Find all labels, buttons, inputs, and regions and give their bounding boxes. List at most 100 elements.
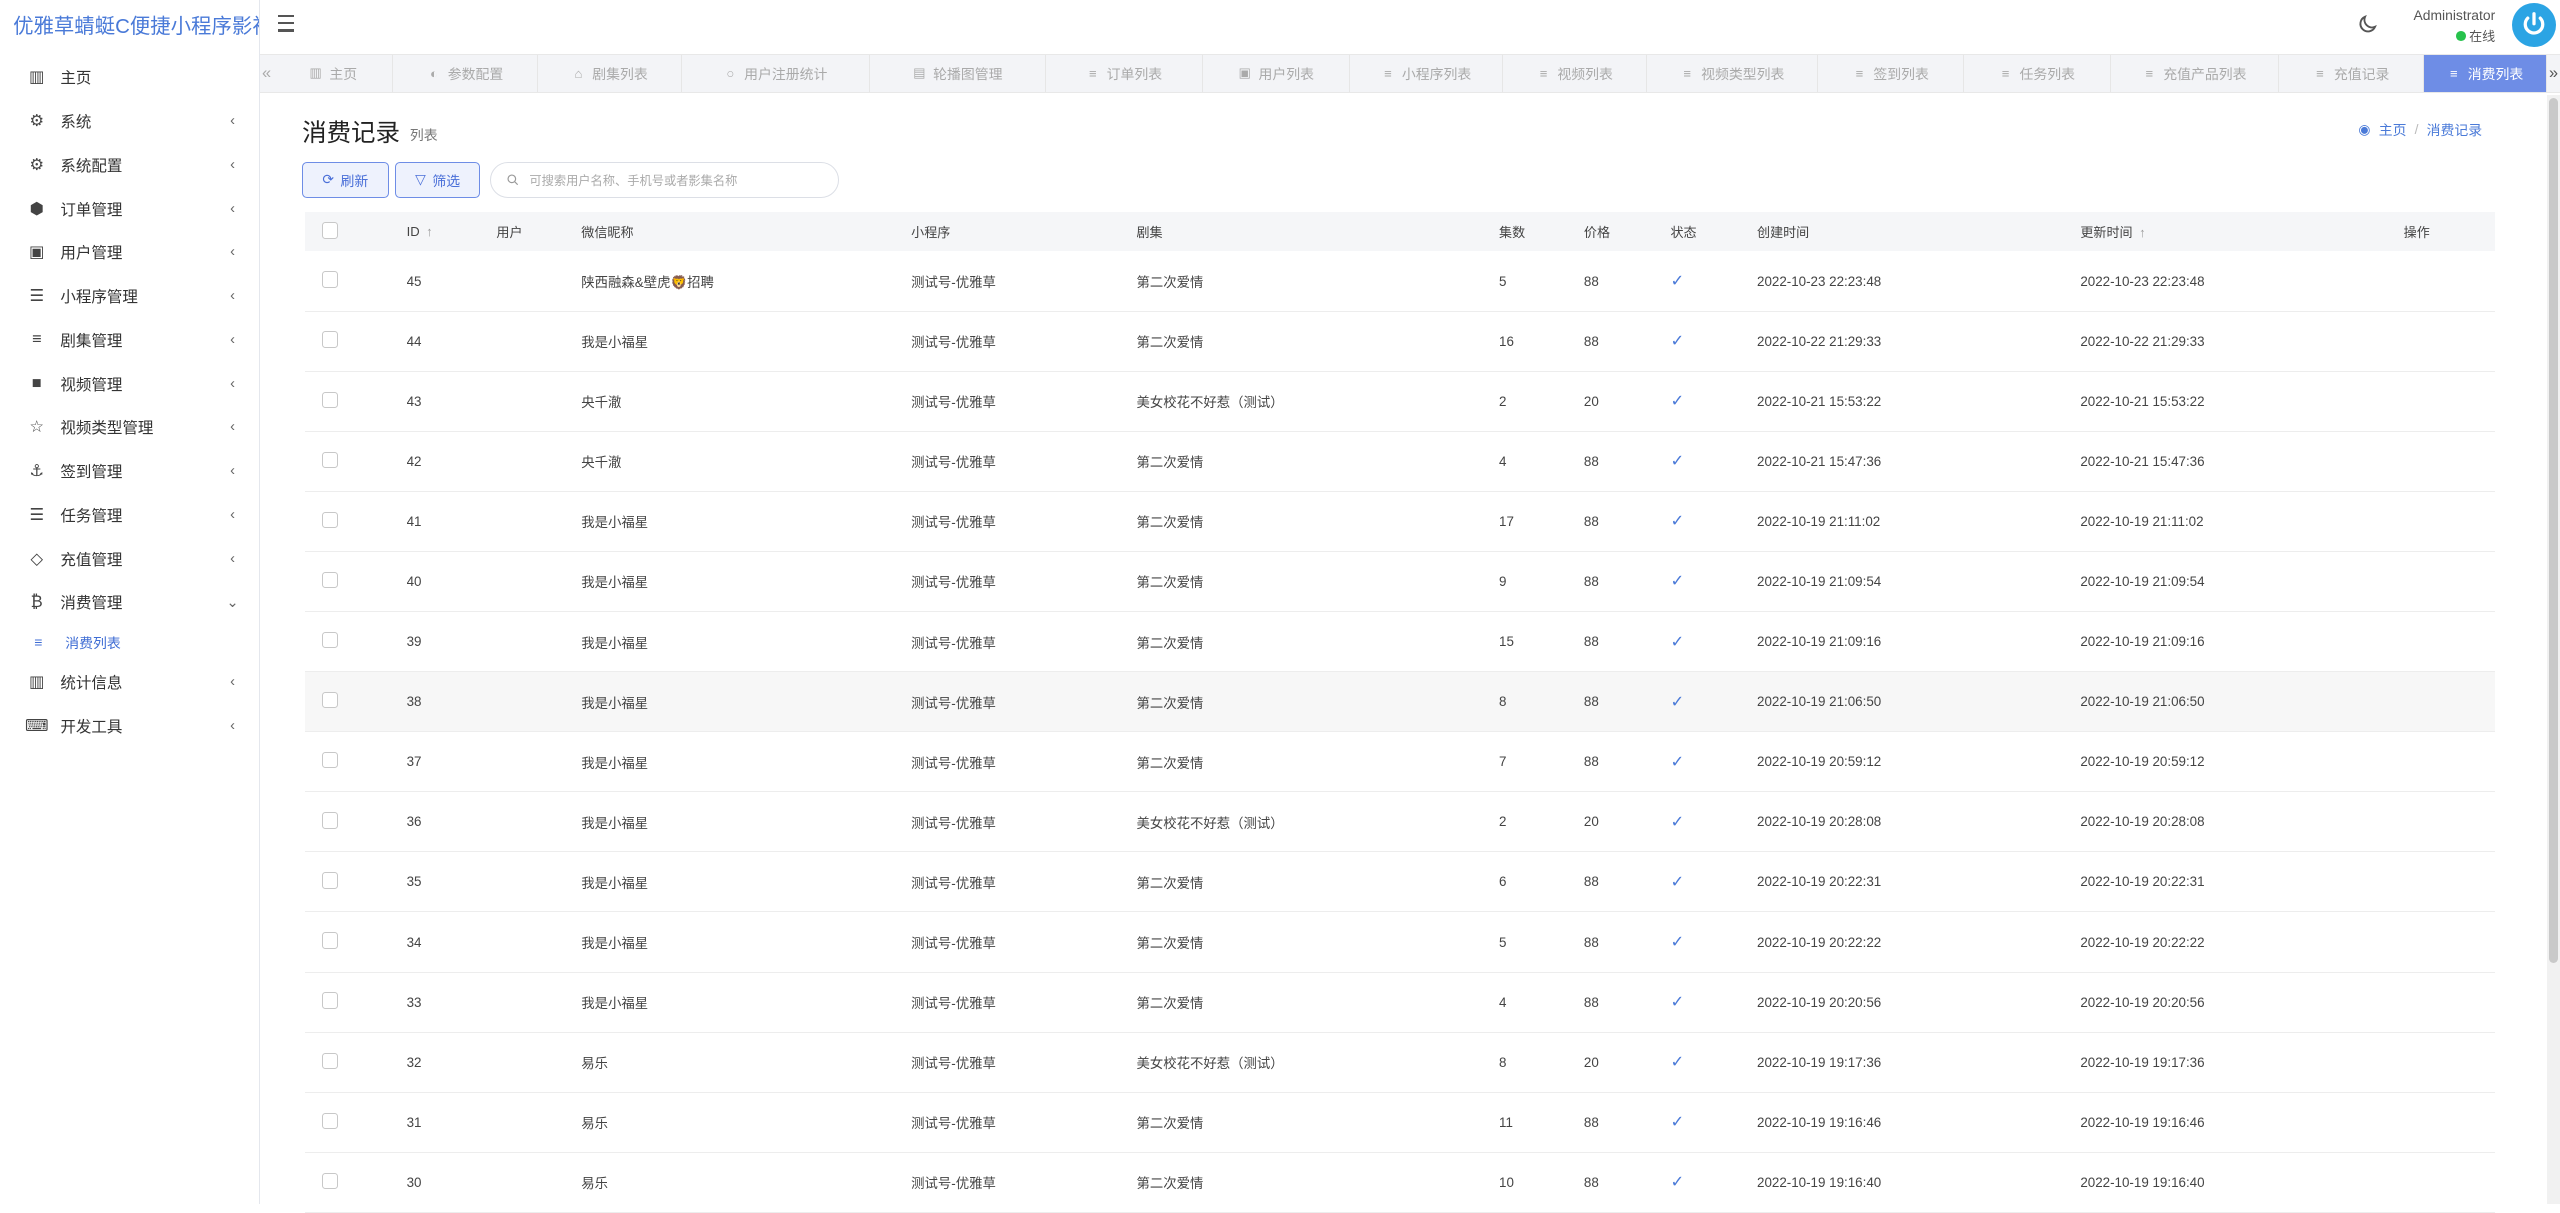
dark-mode-icon[interactable]: [2356, 13, 2379, 36]
table-row[interactable]: 38 我是小福星 测试号-优雅草 第二次爱情 8 88 ✓ 2022-10-19 21:06:…: [305, 672, 2496, 733]
row-checkbox-cell: [305, 932, 406, 951]
user-name[interactable]: Administrator: [2413, 7, 2495, 23]
tab-item[interactable]: ⌂ 剧集列表: [538, 54, 682, 93]
check-icon: ✓: [1670, 1173, 1685, 1192]
check-icon: ✓: [1670, 332, 1685, 351]
row-checkbox[interactable]: [321, 872, 338, 889]
select-all-checkbox[interactable]: [321, 222, 338, 239]
row-checkbox-cell: [305, 631, 406, 651]
table-row[interactable]: 41 我是小福星 测试号-优雅草 第二次爱情 17 88 ✓ 2022-10-19 21:11…: [305, 492, 2496, 552]
sidebar-item[interactable]: ▥ 主页: [0, 56, 259, 100]
row-checkbox[interactable]: [321, 631, 338, 649]
table-row[interactable]: 31 易乐 测试号-优雅草 第二次爱情 11 88 ✓ 2022-10-19 19:16:46…: [305, 1093, 2496, 1153]
table-row[interactable]: 33 我是小福星 测试号-优雅草 第二次爱情 4 88 ✓ 2022-10-19 20:20:…: [305, 973, 2496, 1033]
table-row[interactable]: 34 我是小福星 测试号-优雅草 第二次爱情 5 88 ✓ 2022-10-19 20:22:…: [305, 912, 2496, 973]
cell-updated-at: 2022-10-21 15:53:22: [2080, 393, 2205, 409]
col-id[interactable]: ID ↑: [407, 224, 497, 239]
row-checkbox[interactable]: [321, 331, 338, 348]
table-row[interactable]: 39 我是小福星 测试号-优雅草 第二次爱情 15 88 ✓ 2022-10-19 21:09…: [305, 612, 2496, 673]
tab-item[interactable]: ≡ 视频类型列表: [1647, 54, 1819, 93]
table-row[interactable]: 35 我是小福星 测试号-优雅草 第二次爱情 6 88 ✓ 2022-10-19 20:22:…: [305, 852, 2496, 913]
row-checkbox[interactable]: [321, 1112, 338, 1129]
tab-item[interactable]: ▣ 用户列表: [1203, 54, 1350, 93]
table-row[interactable]: 36 我是小福星 测试号-优雅草 美女校花不好惹（测试） 2 20 ✓ 2022-10-19 …: [305, 792, 2496, 853]
sidebar-item[interactable]: ◇ 充值管理 ‹: [0, 537, 259, 581]
row-checkbox[interactable]: [321, 571, 338, 589]
sidebar-subitem-consumption-list[interactable]: ≡ 消费列表: [0, 624, 259, 660]
table-row[interactable]: 42 央千澈 测试号-优雅草 第二次爱情 4 88 ✓ 2022-10-21 15:47:36…: [305, 432, 2496, 492]
col-updated-at[interactable]: 更新时间 ↑: [2080, 222, 2403, 241]
cell-episodes: 16: [1499, 333, 1514, 349]
table-row[interactable]: 44 我是小福星 测试号-优雅草 第二次爱情 16 88 ✓ 2022-10-22 21:29…: [305, 312, 2496, 372]
row-checkbox[interactable]: [321, 511, 338, 529]
cell-id: 43: [406, 393, 422, 409]
tab-item[interactable]: ▥ 主页: [274, 54, 393, 93]
sidebar-item[interactable]: ⌨ 开发工具 ‹: [0, 704, 259, 748]
sidebar-item[interactable]: ⬢ 订单管理 ‹: [0, 187, 259, 231]
sidebar-item-label: 任务管理: [60, 507, 123, 525]
tab-item[interactable]: ≡ 签到列表: [1818, 54, 1964, 93]
tabs-scroll-right-icon[interactable]: »: [2547, 55, 2560, 92]
row-checkbox[interactable]: [321, 1172, 338, 1190]
cell-id: 39: [406, 634, 422, 650]
menu-toggle-icon[interactable]: [276, 10, 302, 36]
row-checkbox[interactable]: [321, 271, 338, 288]
tab-item[interactable]: ≡ 视频列表: [1503, 54, 1647, 93]
sidebar-item-label: 统计信息: [60, 675, 123, 693]
tab-item[interactable]: ○ 用户注册统计: [682, 54, 870, 93]
sidebar-item[interactable]: ▣ 用户管理 ‹: [0, 231, 259, 275]
tab-item[interactable]: ≡ 小程序列表: [1350, 54, 1504, 93]
sidebar-item[interactable]: ■ 视频管理 ‹: [0, 362, 259, 406]
sidebar-item[interactable]: ☰ 任务管理 ‹: [0, 493, 259, 537]
cell-updated-at: 2022-10-19 19:16:46: [2080, 1114, 2205, 1130]
breadcrumb-home[interactable]: 主页: [2379, 119, 2407, 139]
row-checkbox[interactable]: [321, 691, 338, 709]
cell-episodes: 9: [1499, 573, 1507, 589]
tab-item[interactable]: ◐ 参数配置: [393, 54, 539, 93]
breadcrumb-current[interactable]: 消费记录: [2427, 119, 2483, 139]
app-brand[interactable]: 优雅草蜻蜓C便捷小程序影视: [0, 0, 259, 56]
table-row[interactable]: 32 易乐 测试号-优雅草 美女校花不好惹（测试） 8 20 ✓ 2022-10-19 19:…: [305, 1033, 2496, 1093]
sort-arrow-icon[interactable]: ↑: [2139, 225, 2146, 240]
sidebar-item[interactable]: ₿ 消费管理 ⌄: [0, 581, 259, 625]
sidebar-item-arrow: ‹: [230, 244, 235, 261]
sidebar-item[interactable]: ≡ 剧集管理 ‹: [0, 318, 259, 362]
sidebar-item[interactable]: ⚙ 系统配置 ‹: [0, 143, 259, 187]
search-input[interactable]: 可搜索用户名称、手机号或者影集名称: [489, 161, 840, 198]
cell-episodes: 5: [1499, 934, 1507, 950]
filter-button[interactable]: ▽ 筛选: [395, 161, 481, 198]
table-row[interactable]: 37 我是小福星 测试号-优雅草 第二次爱情 7 88 ✓ 2022-10-19 20:59:…: [305, 732, 2496, 793]
tabs-scroll-left-icon[interactable]: «: [260, 55, 274, 92]
row-checkbox[interactable]: [321, 1052, 338, 1069]
row-checkbox-cell: [305, 331, 406, 350]
row-checkbox[interactable]: [321, 391, 338, 408]
dashboard-icon: ◉: [2358, 120, 2371, 137]
check-icon: ✓: [1670, 272, 1685, 290]
row-checkbox[interactable]: [321, 752, 338, 769]
sidebar-item[interactable]: ⚙ 系统 ‹: [0, 99, 259, 143]
col-user: 用户: [496, 225, 523, 241]
filter-label: 筛选: [432, 172, 461, 189]
row-checkbox[interactable]: [321, 451, 338, 468]
table-row[interactable]: 40 我是小福星 测试号-优雅草 第二次爱情 9 88 ✓ 2022-10-19 21:09:…: [305, 552, 2496, 613]
table-row[interactable]: 45 陕西融森&壁虎🦁招聘 测试号-优雅草 第二次爱情 5 88 ✓ 2022-10-23 2…: [305, 251, 2496, 312]
sidebar-item[interactable]: ☆ 视频类型管理 ‹: [0, 406, 259, 450]
refresh-button[interactable]: ⟳ 刷新: [302, 161, 389, 198]
sidebar-item[interactable]: ⚓ 签到管理 ‹: [0, 449, 259, 493]
tab-item[interactable]: ≡ 订单列表: [1046, 54, 1203, 93]
sort-arrow-icon[interactable]: ↑: [426, 224, 433, 239]
sidebar-item[interactable]: ☰ 小程序管理 ‹: [0, 274, 259, 318]
table-row[interactable]: 43 央千澈 测试号-优雅草 美女校花不好惹（测试） 2 20 ✓ 2022-10-21 15…: [305, 372, 2496, 432]
sidebar-item[interactable]: ▥ 统计信息 ‹: [0, 660, 259, 704]
tab-item[interactable]: ≡ 充值产品列表: [2111, 54, 2279, 93]
tab-item[interactable]: ≡ 充值记录: [2279, 54, 2425, 93]
row-checkbox[interactable]: [321, 812, 338, 829]
page-scrollbar[interactable]: [2546, 94, 2560, 1204]
scrollbar-thumb[interactable]: [2548, 97, 2559, 964]
tab-item[interactable]: ≡ 任务列表: [1964, 54, 2111, 93]
tab-item[interactable]: ≡ 消费列表: [2424, 54, 2547, 93]
row-checkbox[interactable]: [321, 992, 338, 1009]
avatar[interactable]: [2511, 3, 2556, 48]
tab-item[interactable]: ▤ 轮播图管理: [870, 54, 1046, 93]
row-checkbox[interactable]: [321, 932, 338, 949]
